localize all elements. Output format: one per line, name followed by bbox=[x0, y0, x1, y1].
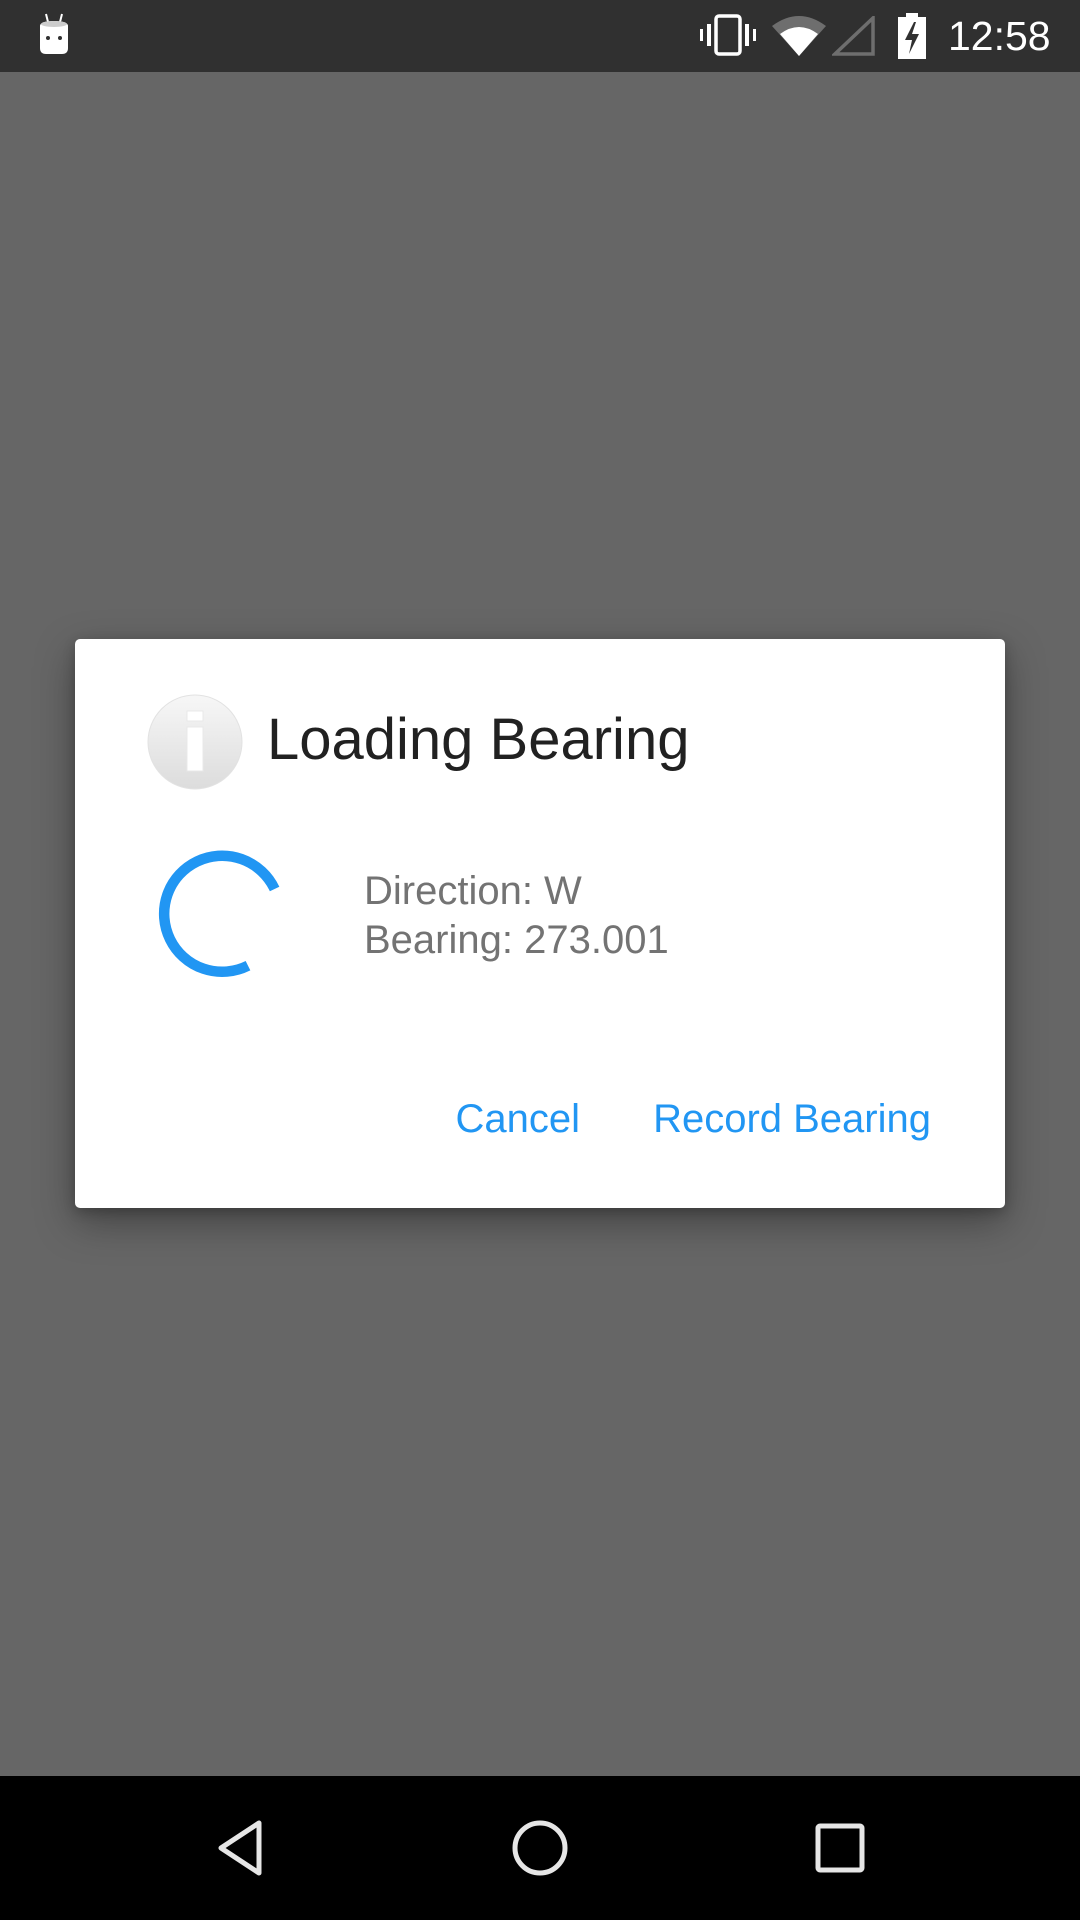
home-icon bbox=[512, 1820, 568, 1876]
direction-text: Direction: W bbox=[364, 869, 582, 913]
recents-icon bbox=[815, 1823, 865, 1873]
bearing-message: Direction: W Bearing: 273.001 bbox=[364, 867, 669, 965]
home-button[interactable] bbox=[502, 1810, 578, 1886]
dialog-title: Loading Bearing bbox=[267, 707, 690, 772]
android-icon bbox=[40, 13, 68, 54]
dialog-actions: Cancel Record Bearing bbox=[456, 1084, 1005, 1154]
info-icon bbox=[147, 694, 243, 790]
back-icon bbox=[218, 1820, 262, 1876]
wifi-icon bbox=[772, 16, 826, 56]
bearing-text: Bearing: 273.001 bbox=[364, 918, 669, 962]
cancel-button[interactable]: Cancel bbox=[456, 1084, 581, 1154]
record-bearing-button[interactable]: Record Bearing bbox=[653, 1084, 931, 1154]
status-clock: 12:58 bbox=[948, 13, 1051, 59]
cell-signal-icon bbox=[832, 16, 875, 56]
recents-button[interactable] bbox=[802, 1810, 878, 1886]
navigation-bar bbox=[0, 1776, 1080, 1920]
screen: 12:58 Loading Bearing Direction: W Beari… bbox=[0, 0, 1080, 1920]
status-bar: 12:58 bbox=[0, 0, 1080, 72]
back-button[interactable] bbox=[203, 1810, 279, 1886]
battery-charging-icon bbox=[898, 13, 926, 59]
vibrate-icon bbox=[700, 14, 756, 56]
progress-spinner bbox=[158, 850, 280, 977]
loading-bearing-dialog: Loading Bearing Direction: W Bearing: 27… bbox=[75, 639, 1005, 1208]
